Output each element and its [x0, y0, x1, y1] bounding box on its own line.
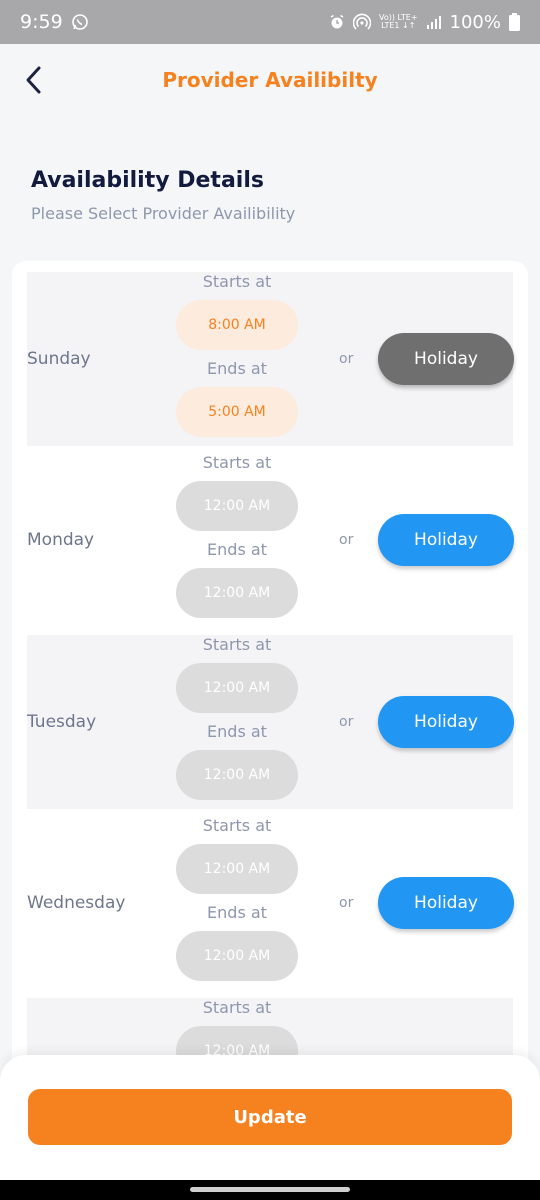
network-type: Vo)) LTE+ LTE1 ↓↑ — [379, 14, 418, 30]
day-row-sunday: Sunday Starts at 8:00 AM Ends at 5:00 AM… — [27, 272, 514, 446]
day-row-tuesday: Tuesday Starts at 12:00 AM Ends at 12:00… — [27, 635, 514, 809]
end-time-button[interactable]: 12:00 AM — [176, 568, 298, 618]
ends-at-label: Ends at — [207, 540, 267, 559]
or-label: or — [339, 351, 354, 367]
holiday-button[interactable]: Holiday — [378, 877, 514, 929]
day-row-monday: Monday Starts at 12:00 AM Ends at 12:00 … — [27, 453, 514, 627]
day-label: Tuesday — [27, 712, 97, 732]
app-bar: Provider Availibilty — [0, 44, 540, 120]
hotspot-icon — [353, 13, 371, 31]
section-title: Availability Details — [31, 168, 264, 193]
starts-at-label: Starts at — [202, 816, 272, 835]
start-time-button[interactable]: 12:00 AM — [176, 481, 298, 531]
section-subtitle: Please Select Provider Availibility — [31, 204, 296, 223]
alarm-icon — [329, 14, 345, 30]
day-label: Monday — [27, 530, 95, 550]
ends-at-label: Ends at — [207, 903, 267, 922]
end-time-button[interactable]: 12:00 AM — [176, 750, 298, 800]
end-time-button[interactable]: 12:00 AM — [176, 931, 298, 981]
day-row-wednesday: Wednesday Starts at 12:00 AM Ends at 12:… — [27, 816, 514, 990]
start-time-button[interactable]: 12:00 AM — [176, 663, 298, 713]
holiday-button[interactable]: Holiday — [378, 333, 514, 385]
ends-at-label: Ends at — [207, 359, 267, 378]
or-label: or — [339, 714, 354, 730]
ends-at-label: Ends at — [207, 722, 267, 741]
bottom-action-bar: Update — [0, 1055, 540, 1180]
start-time-button[interactable]: 12:00 AM — [176, 844, 298, 894]
holiday-button[interactable]: Holiday — [378, 514, 514, 566]
status-bar: 9:59 Vo)) LTE+ LTE1 ↓↑ 100% — [0, 0, 540, 44]
day-label: Sunday — [27, 349, 91, 369]
day-label: Wednesday — [27, 893, 126, 913]
battery-icon — [509, 13, 520, 31]
page-title: Provider Availibilty — [162, 68, 378, 92]
update-button[interactable]: Update — [28, 1089, 512, 1145]
starts-at-label: Starts at — [202, 635, 272, 654]
or-label: or — [339, 532, 354, 548]
signal-icon — [426, 15, 442, 29]
starts-at-label: Starts at — [202, 453, 272, 472]
whatsapp-icon — [71, 13, 89, 31]
start-time-button[interactable]: 8:00 AM — [176, 300, 298, 350]
system-nav-bar — [0, 1180, 540, 1200]
battery-percent: 100% — [449, 11, 501, 33]
home-gesture-handle[interactable] — [190, 1187, 350, 1192]
network-bottom: LTE1 ↓↑ — [381, 21, 416, 30]
end-time-button[interactable]: 5:00 AM — [176, 387, 298, 437]
status-time: 9:59 — [20, 11, 63, 33]
starts-at-label: Starts at — [202, 998, 272, 1017]
or-label: or — [339, 895, 354, 911]
holiday-button[interactable]: Holiday — [378, 696, 514, 748]
starts-at-label: Starts at — [202, 272, 272, 291]
